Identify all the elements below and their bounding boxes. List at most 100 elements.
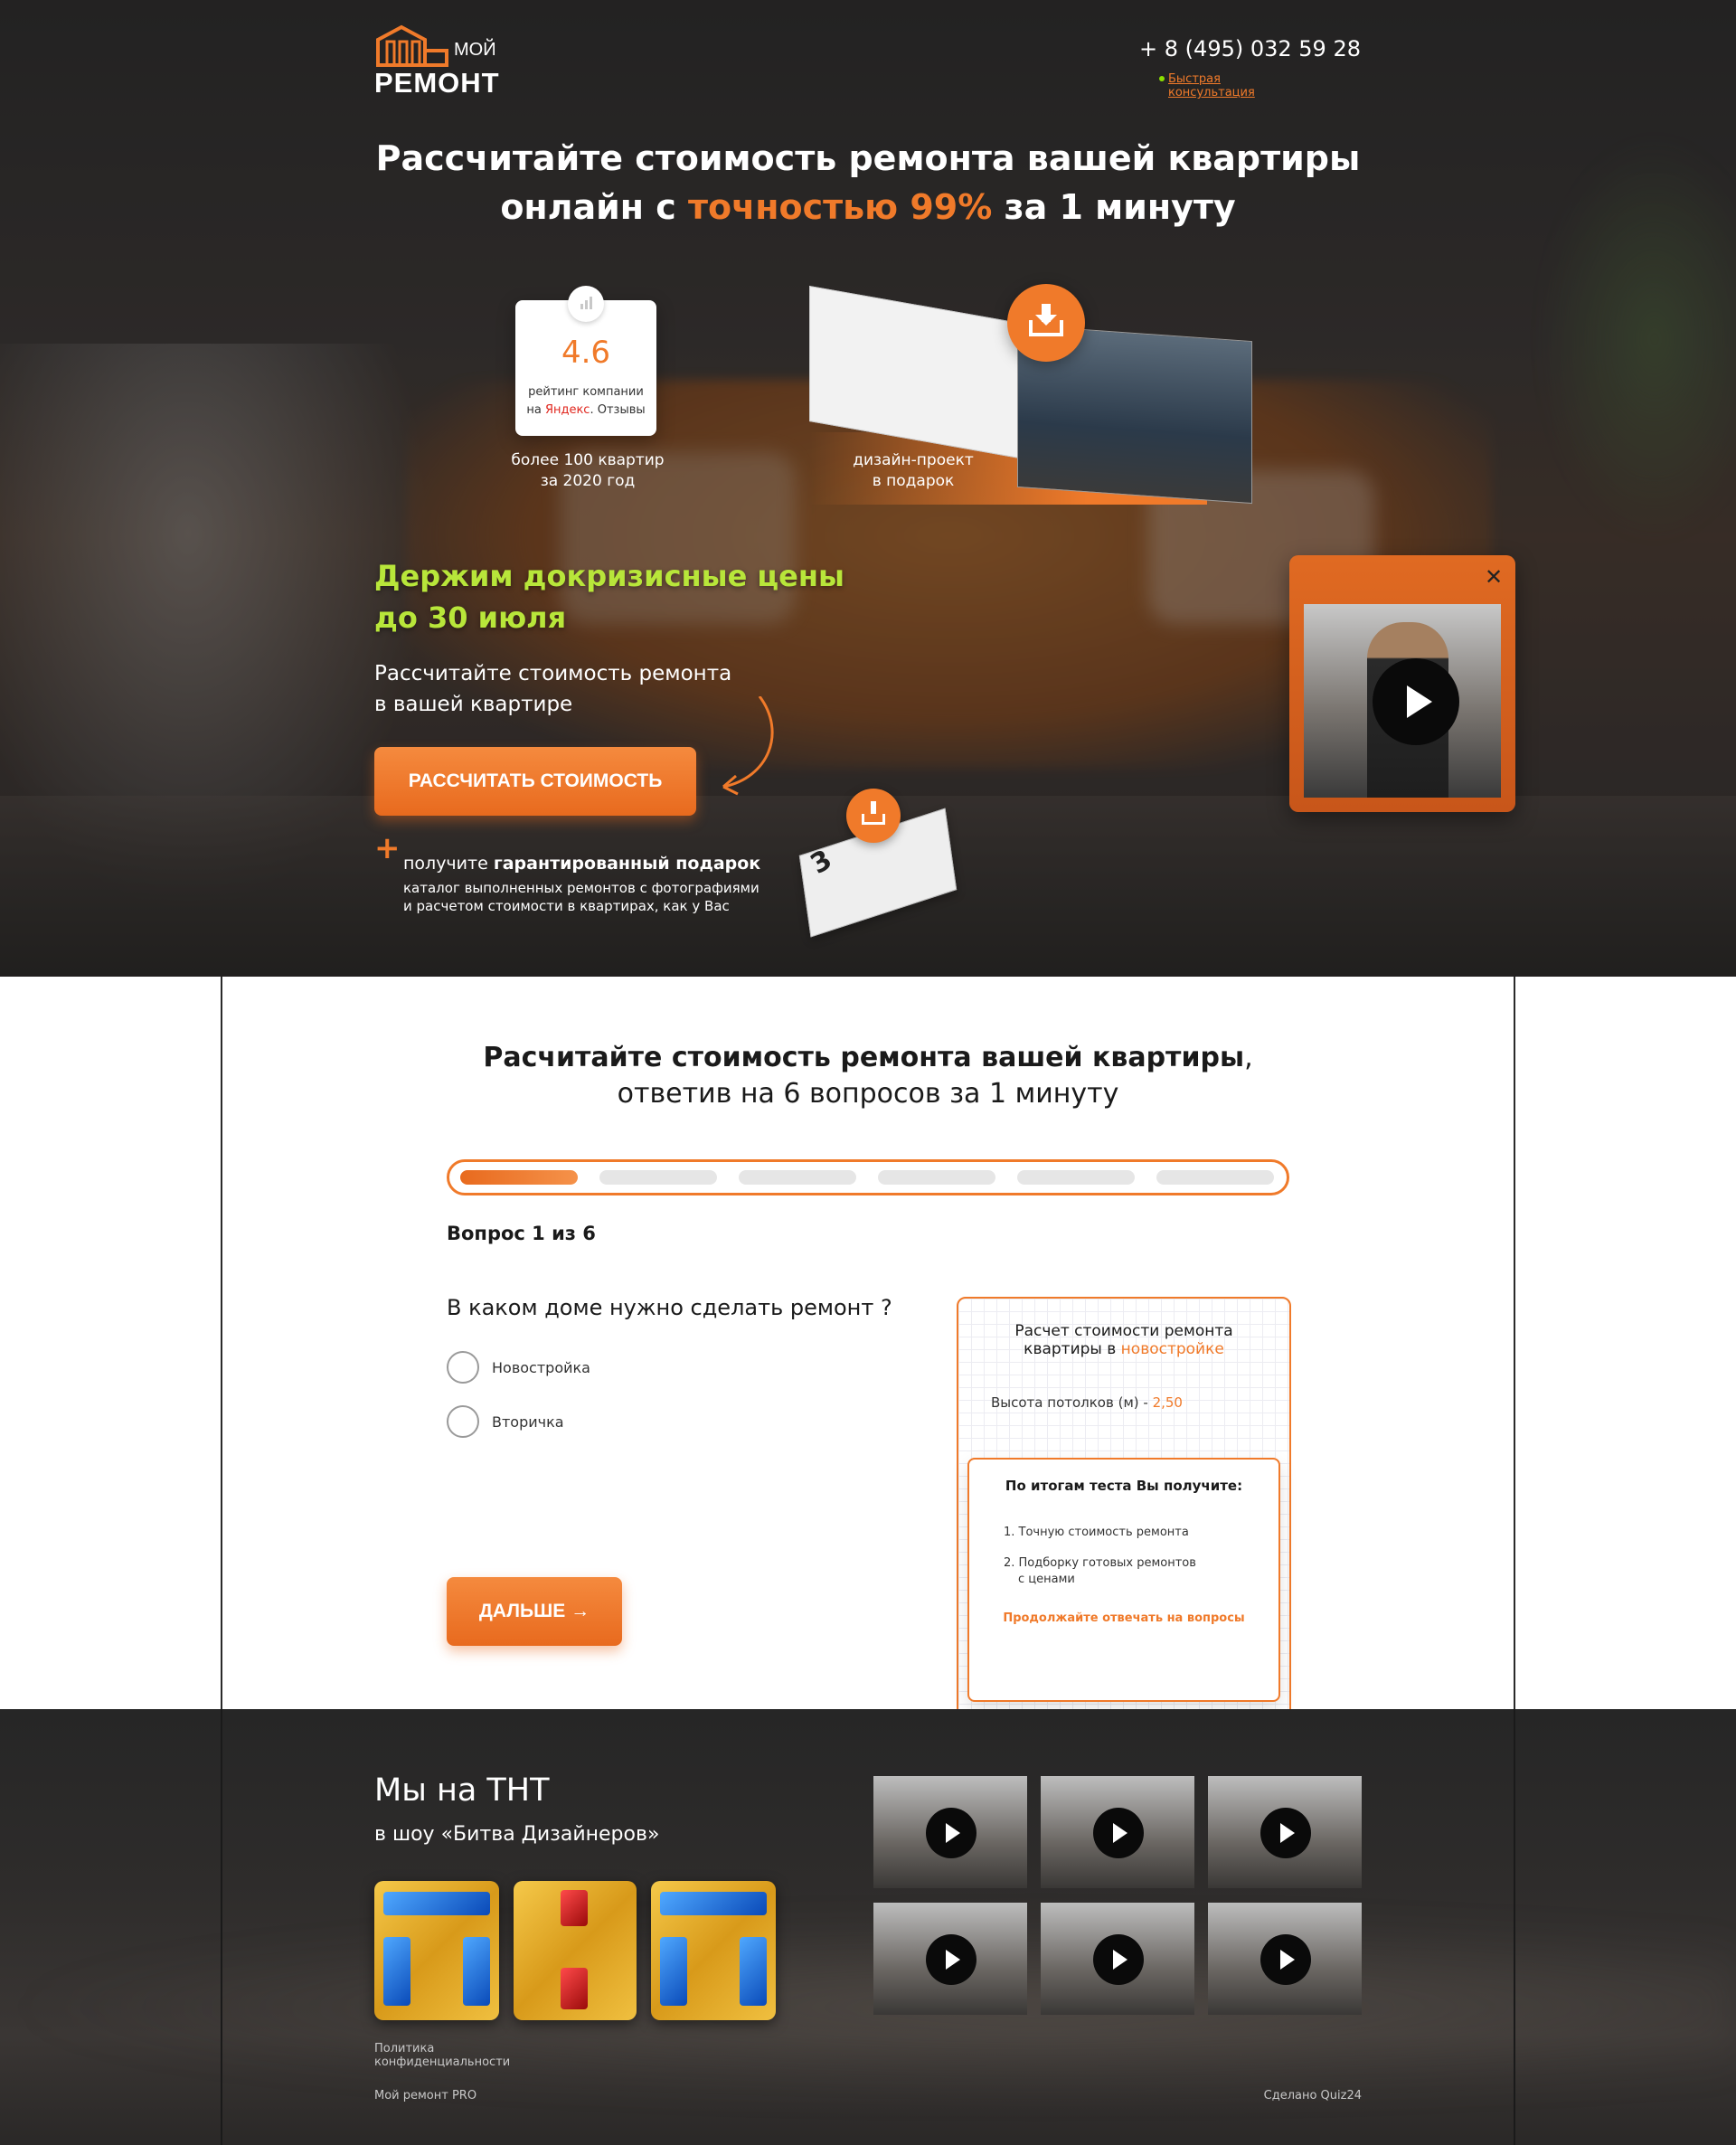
- promo-sub-line1: Рассчитайте стоимость ремонта: [374, 662, 732, 685]
- divider-line: [221, 1709, 222, 2145]
- hero-title: Рассчитайте стоимость ремонта вашей квар…: [326, 134, 1410, 232]
- video-thumbnail[interactable]: [873, 1776, 1027, 1888]
- promo-headline: Держим докризисные цены до 30 июля: [374, 555, 881, 638]
- rating-card[interactable]: 4.6 рейтинг компании на Яндекс. Отзывы: [515, 286, 656, 436]
- result-item: 1. Точную стоимость ремонта: [1004, 1526, 1189, 1539]
- next-button[interactable]: ДАЛЬШЕ →: [447, 1577, 622, 1646]
- policy-line2: конфиденциальности: [374, 2055, 511, 2069]
- hero-title-accent: точностью 99%: [688, 187, 993, 227]
- curved-arrow-icon: [722, 696, 774, 796]
- ceiling-height-param: Высота потолков (м) - 2,50: [991, 1394, 1183, 1411]
- quiz-progress-bar: [447, 1159, 1289, 1195]
- result-item-line2: с ценами: [1018, 1573, 1075, 1586]
- results-title: По итогам теста Вы получите:: [1005, 1478, 1243, 1494]
- progress-segment: [1156, 1170, 1274, 1185]
- apartments-stat-line2: за 2020 год: [540, 472, 636, 490]
- play-icon[interactable]: [1373, 658, 1459, 745]
- logo-text-bottom: РЕМОНТ: [374, 67, 500, 99]
- calc-title-line2: квартиры в: [1024, 1340, 1121, 1358]
- made-by[interactable]: Сделано Quiz24: [1175, 2089, 1362, 2102]
- apartments-stat: более 100 квартир за 2020 год: [495, 450, 680, 492]
- answer-label: Новостройка: [492, 1359, 590, 1376]
- video-thumbnail[interactable]: [1208, 1903, 1362, 2015]
- tnt-letter-block: [651, 1881, 776, 2020]
- continue-answering-text: Продолжайте отвечать на вопросы: [1003, 1611, 1245, 1625]
- phone-number[interactable]: + 8 (495) 032 59 28: [1103, 36, 1361, 61]
- design-gift-line1: дизайн-проект: [853, 451, 974, 469]
- progress-segment: [739, 1170, 856, 1185]
- answer-option-secondary[interactable]: Вторичка: [447, 1405, 808, 1441]
- privacy-policy-link[interactable]: Политика конфиденциальности: [374, 2042, 555, 2069]
- hero-title-line1: Рассчитайте стоимость ремонта вашей квар…: [375, 138, 1361, 178]
- tnt-letter-block: [514, 1881, 637, 2020]
- param-label: Высота потолков (м) -: [991, 1394, 1153, 1411]
- divider-line: [1514, 977, 1515, 1709]
- video-thumbnail[interactable]: [1208, 1776, 1362, 1888]
- brand-name: Мой ремонт PRO: [374, 2089, 477, 2102]
- video-widget[interactable]: ✕: [1289, 555, 1515, 812]
- rating-caption: рейтинг компании на Яндекс. Отзывы: [523, 383, 649, 420]
- radio-button[interactable]: [447, 1405, 479, 1438]
- play-icon[interactable]: [926, 1808, 976, 1858]
- hero-title-part3: за 1 минуту: [992, 187, 1236, 227]
- chart-icon: [568, 286, 604, 322]
- close-icon[interactable]: ✕: [1485, 564, 1503, 590]
- plus-icon: +: [374, 830, 401, 866]
- quiz-title-comma: ,: [1244, 1042, 1253, 1073]
- apartments-stat-line1: более 100 квартир: [511, 451, 665, 469]
- video-thumbnail[interactable]: [1041, 1776, 1194, 1888]
- divider-line: [1514, 1709, 1515, 2145]
- policy-line1: Политика: [374, 2042, 435, 2055]
- company-logo[interactable]: МОЙ РЕМОНТ: [374, 22, 501, 99]
- rating-caption-pre: на: [526, 403, 545, 417]
- design-gift-caption: дизайн-проект в подарок: [823, 450, 1004, 492]
- yandex-label: Яндекс: [544, 403, 590, 417]
- gift-desc-line1: каталог выполненных ремонтов с фотографи…: [403, 880, 760, 896]
- logo-text-top: МОЙ: [454, 40, 496, 60]
- hero-title-part2: онлайн с: [500, 187, 689, 227]
- quiz-section: Расчитайте стоимость ремонта вашей кварт…: [0, 977, 1736, 1718]
- play-icon[interactable]: [926, 1934, 976, 1985]
- answer-option-new-building[interactable]: Новостройка: [447, 1351, 808, 1387]
- calc-title: Расчет стоимости ремонта квартиры в ново…: [958, 1322, 1289, 1358]
- tnt-title: Мы на ТНТ: [374, 1772, 550, 1809]
- tnt-subtitle: в шоу «Битва Дизайнеров»: [374, 1823, 660, 1846]
- play-icon[interactable]: [1093, 1808, 1144, 1858]
- result-item: 2. Подборку готовых ремонтов с ценами: [1004, 1555, 1239, 1588]
- gift-headline-bold: гарантированный подарок: [493, 854, 761, 874]
- play-icon[interactable]: [1260, 1808, 1311, 1858]
- video-thumbnail[interactable]: [1041, 1903, 1194, 2015]
- progress-segment: [1017, 1170, 1135, 1185]
- divider-line: [221, 977, 222, 1709]
- progress-segment: [460, 1170, 578, 1185]
- progress-segment: [599, 1170, 717, 1185]
- background-decor: [0, 1917, 1736, 2098]
- gift-headline-pre: получите: [403, 854, 494, 874]
- video-thumbnail[interactable]: [873, 1903, 1027, 2015]
- answer-label: Вторичка: [492, 1413, 564, 1431]
- calculate-cost-button[interactable]: РАССЧИТАТЬ СТОИМОСТЬ: [374, 747, 696, 816]
- param-value: 2,50: [1152, 1394, 1183, 1411]
- play-icon[interactable]: [1260, 1934, 1311, 1985]
- hero-section: МОЙ РЕМОНТ + 8 (495) 032 59 28 Быстрая к…: [0, 0, 1736, 977]
- download-icon[interactable]: [1007, 284, 1085, 362]
- play-icon[interactable]: [1093, 1934, 1144, 1985]
- tnt-logo: [374, 1881, 776, 2020]
- promo-line1: Держим докризисные цены: [374, 559, 844, 593]
- video-preview[interactable]: [1304, 604, 1501, 798]
- question-text: В каком доме нужно сделать ремонт ?: [447, 1295, 892, 1320]
- download-icon[interactable]: [846, 789, 901, 843]
- gift-headline: получите гарантированный подарок: [403, 854, 783, 874]
- result-item-line1: 2. Подборку готовых ремонтов: [1004, 1556, 1196, 1570]
- calc-title-accent: новостройке: [1120, 1340, 1224, 1358]
- calculation-summary-card: Расчет стоимости ремонта квартиры в ново…: [957, 1297, 1291, 1718]
- rating-value: 4.6: [561, 335, 611, 371]
- quick-consultation-link[interactable]: Быстрая консультация: [1157, 72, 1307, 99]
- rating-caption-post: . Отзывы: [590, 403, 646, 417]
- quiz-title-line2: ответив на 6 вопросов за 1 минуту: [617, 1078, 1119, 1110]
- radio-button[interactable]: [447, 1351, 479, 1384]
- promo-sub-line2: в вашей квартире: [374, 693, 573, 716]
- promo-line2: до 30 июля: [374, 600, 567, 635]
- quiz-title: Расчитайте стоимость ремонта вашей кварт…: [416, 1040, 1320, 1112]
- tnt-letter-block: [374, 1881, 499, 2020]
